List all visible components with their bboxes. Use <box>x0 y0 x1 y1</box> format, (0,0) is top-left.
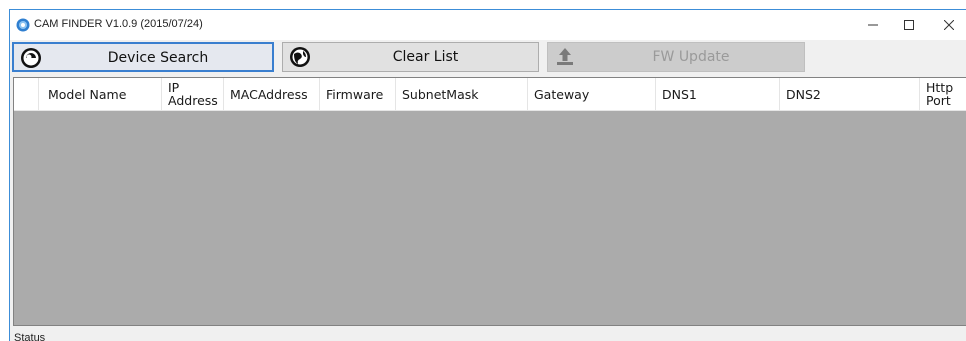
column-label-dns2: DNS2 <box>786 86 821 102</box>
column-header-gateway[interactable]: Gateway <box>528 78 656 110</box>
device-search-button[interactable]: Device Search <box>12 42 274 72</box>
fw-update-button[interactable]: FW Update <box>547 42 805 72</box>
status-bar: Status <box>10 328 966 341</box>
column-label-dns1: DNS1 <box>662 86 697 102</box>
column-header-http-port[interactable]: Http Port <box>920 78 966 110</box>
column-header-subnet-mask[interactable]: SubnetMask <box>396 78 528 110</box>
minimize-button[interactable] <box>855 10 891 40</box>
device-list[interactable]: Model Name IP Address MACAddress Firmwar… <box>13 77 966 326</box>
globe-icon <box>290 47 310 67</box>
window-title: CAM FINDER V1.0.9 (2015/07/24) <box>34 18 203 30</box>
toolbar: Device Search Clear List FW Update <box>10 41 966 73</box>
column-label-ip-address: IP Address <box>168 80 218 108</box>
column-label-firmware: Firmware <box>326 86 384 102</box>
column-label-mac-address: MACAddress <box>230 86 308 102</box>
column-header-firmware[interactable]: Firmware <box>320 78 396 110</box>
column-header-mac-address[interactable]: MACAddress <box>224 78 320 110</box>
upload-icon <box>557 48 573 65</box>
maximize-icon <box>904 20 914 30</box>
maximize-button[interactable] <box>891 10 927 40</box>
app-logo-icon <box>16 18 30 32</box>
column-label-http-port: Http Port <box>926 80 954 108</box>
column-header-dns2[interactable]: DNS2 <box>780 78 920 110</box>
close-button[interactable] <box>931 10 966 40</box>
device-search-label: Device Search <box>107 50 209 66</box>
column-label-subnet-mask: SubnetMask <box>402 86 479 102</box>
status-label: Status <box>14 332 46 341</box>
clear-list-button[interactable]: Clear List <box>282 42 539 72</box>
clear-list-label: Clear List <box>392 49 459 65</box>
column-label-gateway: Gateway <box>534 86 590 102</box>
column-header-model-name[interactable]: Model Name <box>39 78 162 110</box>
column-label-model-name: Model Name <box>48 86 127 102</box>
title-bar[interactable]: CAM FINDER V1.0.9 (2015/07/24) <box>10 10 966 40</box>
column-header-dns1[interactable]: DNS1 <box>656 78 780 110</box>
minimize-icon <box>868 24 878 26</box>
app-window: CAM FINDER V1.0.9 (2015/07/24) Device Se… <box>9 9 966 341</box>
table-header: Model Name IP Address MACAddress Firmwar… <box>14 78 966 111</box>
column-header-select[interactable] <box>14 78 39 110</box>
fw-update-label: FW Update <box>652 49 730 65</box>
column-header-ip-address[interactable]: IP Address <box>162 78 224 110</box>
search-globe-icon <box>21 48 41 68</box>
close-icon <box>944 20 954 30</box>
